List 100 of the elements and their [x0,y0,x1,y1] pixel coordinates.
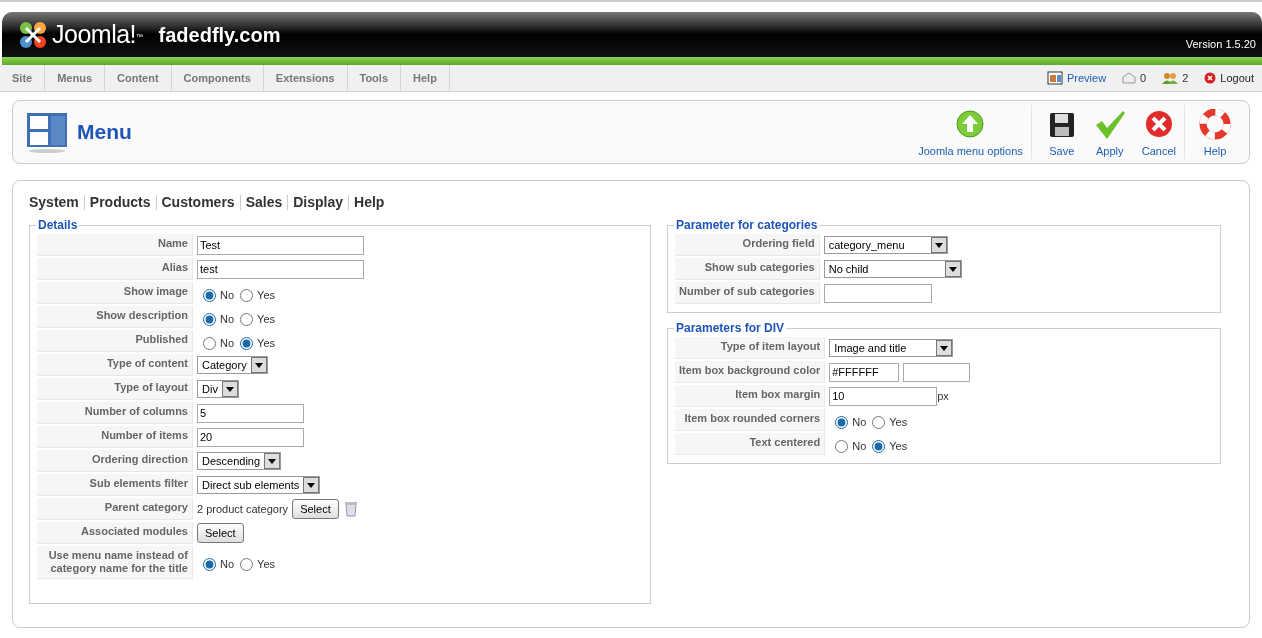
tab-link[interactable]: Help [349,195,390,210]
checkmark-icon [1093,108,1126,141]
select-button[interactable]: Select [292,498,339,520]
color-field[interactable]: #FFFFFF [829,362,900,382]
radio-button[interactable] [203,312,216,326]
page-title: Menu [77,119,132,146]
field-label: Item box background color [679,364,821,376]
field-label: Show image [123,285,188,297]
radio-label: No [220,335,235,351]
preview-link[interactable]: Preview [1066,69,1107,87]
menu-item[interactable]: Menus [45,65,106,91]
field-label: Number of items [101,429,188,441]
radio-label: No [220,287,235,303]
field-label: Ordering direction [92,453,188,465]
number-field[interactable]: 5 [197,403,304,423]
cancel-button[interactable]: Cancel [1141,142,1176,159]
field-label: Associated modules [81,525,188,537]
radio-label: Yes [257,335,275,351]
field-label: Ordering field [742,237,815,249]
tab-link[interactable]: Customers [156,195,241,210]
number-field[interactable]: 20 [197,427,304,447]
menu-item[interactable]: Components [171,65,264,91]
number-field[interactable] [823,283,932,303]
text-field[interactable]: test [197,259,364,279]
radio-button[interactable] [240,558,254,571]
options-button[interactable]: Joomla menu options [918,142,1023,159]
field-label: Name [158,237,188,249]
field-label: Text centered [749,436,821,448]
radio-label: Yes [257,287,275,303]
menu-item[interactable]: Content [105,65,172,91]
message-count: 0 [1140,70,1147,86]
tab-link[interactable]: Products [84,195,157,210]
dropdown[interactable]: No child [823,260,962,278]
menu-item[interactable]: Extensions [263,65,348,91]
radio-label: No [220,311,235,327]
field-label: Alias [161,261,188,273]
text-field[interactable]: Test [197,235,364,255]
field-label: Use menu name instead of category name for the title [48,549,188,574]
radio-label: No [220,557,235,573]
number-field[interactable]: 10 [829,386,938,406]
selected-category: 2 product category [197,501,289,517]
field-label: Item box rounded corners [684,412,821,424]
apply-button[interactable]: Apply [1096,142,1124,159]
logo-text: Joomla!$^{™}$ [52,18,143,50]
logout-icon [1204,72,1217,84]
dropdown[interactable]: Category [197,356,268,374]
menu-item[interactable]: Help [401,65,450,91]
radio-label: Yes [257,557,275,573]
menu-manager-icon [25,111,69,153]
radio-button[interactable] [835,439,849,453]
help-button[interactable]: Help [1203,142,1227,159]
up-arrow-icon [954,108,987,141]
menu-item[interactable]: Tools [347,65,401,91]
help-icon [1199,108,1231,141]
version-label: Version 1.5.20 [1185,36,1256,52]
radio-button[interactable] [203,288,216,302]
radio-button[interactable] [872,415,886,429]
dropdown[interactable]: category_menu [823,236,948,254]
dropdown[interactable]: Div [197,380,239,398]
dropdown[interactable]: Direct sub elements [197,476,321,494]
unit-label: px [937,388,949,404]
field-label: Item box margin [735,388,821,400]
field-label: Parent category [104,501,188,513]
tab-link[interactable]: System [29,195,85,210]
select-button[interactable]: Select [197,522,244,544]
preview-icon [1046,71,1063,85]
radio-button[interactable] [240,288,254,302]
radio-button[interactable] [203,558,216,571]
field-label: Published [135,333,188,345]
section-legend: Details [36,218,80,232]
menu-item[interactable]: Site [0,65,46,91]
tab-link[interactable]: Sales [240,195,289,210]
radio-button[interactable] [203,336,216,350]
radio-label: No [852,438,867,454]
dropdown[interactable]: Descending [197,452,282,470]
save-button[interactable]: Save [1049,142,1075,159]
radio-label: Yes [889,414,908,430]
field-label: Number of columns [84,405,188,417]
trash-icon [344,501,357,517]
site-name: fadedfly.com [158,22,281,48]
field-label: Show sub categories [704,261,815,273]
section-legend: Parameters for DIV [674,321,787,335]
radio-label: Yes [257,311,275,327]
radio-button[interactable] [872,439,886,453]
section-legend: Parameter for categories [674,218,820,232]
dropdown[interactable]: Image and title [829,339,954,357]
radio-label: Yes [889,438,908,454]
users-icon [1162,72,1179,84]
tab-link[interactable]: Display [288,195,350,210]
field-label: Sub elements filter [89,477,188,489]
radio-button[interactable] [240,312,254,326]
logout-link[interactable]: Logout [1220,69,1254,87]
field-label: Show description [96,309,188,321]
color-swatch [903,362,971,382]
field-label: Type of layout [114,381,188,393]
logo-icon [18,19,48,50]
radio-button[interactable] [240,336,254,350]
radio-label: No [852,414,867,430]
field-label: Type of content [106,357,188,369]
radio-button[interactable] [835,415,849,429]
